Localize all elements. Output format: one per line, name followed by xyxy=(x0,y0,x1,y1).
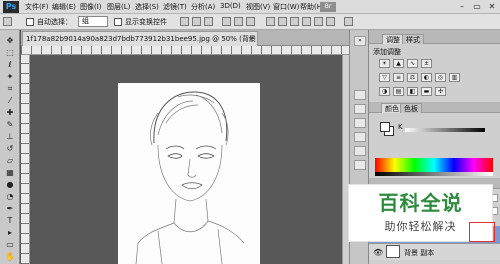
gradient-tool-icon[interactable]: ▦ xyxy=(4,168,16,178)
threshold-adjust-icon[interactable]: ◧ xyxy=(407,87,418,96)
history-brush-tool-icon[interactable]: ↺ xyxy=(4,144,16,154)
brushes-panel-icon[interactable] xyxy=(354,118,366,128)
shape-tool-icon[interactable]: ▭ xyxy=(4,240,16,250)
magic-wand-tool-icon[interactable]: ✦ xyxy=(4,72,16,82)
eraser-tool-icon[interactable]: ▱ xyxy=(4,156,16,166)
type-tool-icon[interactable]: T xyxy=(4,216,16,226)
selective-color-adjust-icon[interactable]: ✣ xyxy=(435,87,446,96)
history-panel-icon[interactable] xyxy=(354,90,366,100)
layer-thumbnail xyxy=(386,245,400,258)
distribute-right-icon[interactable] xyxy=(326,17,335,26)
paragraph-panel-icon[interactable] xyxy=(354,160,366,170)
document-image[interactable] xyxy=(118,83,260,264)
distribute-bottom-icon[interactable] xyxy=(290,17,299,26)
align-vcenter-icon[interactable] xyxy=(192,17,201,26)
align-top-icon[interactable] xyxy=(180,17,189,26)
brightness-adjust-icon[interactable]: ☀ xyxy=(379,59,390,68)
actions-panel-icon[interactable] xyxy=(354,104,366,114)
minimize-button[interactable]: – xyxy=(455,1,469,13)
k-channel-label: K xyxy=(398,123,403,131)
menu-analysis[interactable]: 分析(A) xyxy=(191,2,215,12)
lasso-tool-icon[interactable]: ℓ xyxy=(4,60,16,70)
vertical-ruler xyxy=(21,55,30,264)
stamp-tool-icon[interactable]: ⊥ xyxy=(4,132,16,142)
watermark-title: 百科全说 xyxy=(378,191,463,215)
blur-tool-icon[interactable]: ● xyxy=(4,180,16,190)
tab-swatches[interactable]: 色板 xyxy=(400,103,422,113)
grayscale-bar[interactable] xyxy=(375,172,493,176)
align-right-icon[interactable] xyxy=(246,17,255,26)
menu-file[interactable]: 文件(F) xyxy=(25,2,49,12)
menu-image[interactable]: 图像(I) xyxy=(80,2,102,12)
toolbox: ✥ ⬚ ℓ ✦ ⌗ ⁄ ✚ ✎ ⊥ ↺ ▱ ▦ ● ◔ ✒ T ▸ ▭ ✋ xyxy=(0,30,20,264)
path-select-tool-icon[interactable]: ▸ xyxy=(4,228,16,238)
options-bar: 自动选择： 组 显示变换控件 xyxy=(0,14,500,30)
black-white-adjust-icon[interactable]: ◐ xyxy=(421,73,432,82)
crop-tool-icon[interactable]: ⌗ xyxy=(4,84,16,94)
close-button[interactable]: ✕ xyxy=(485,1,499,13)
exposure-adjust-icon[interactable]: ± xyxy=(421,59,432,68)
character-panel-icon[interactable] xyxy=(354,146,366,156)
hue-saturation-adjust-icon[interactable]: ≡ xyxy=(393,73,404,82)
eye-icon[interactable]: 👁 xyxy=(373,248,383,257)
gradient-map-adjust-icon[interactable]: ▬ xyxy=(421,87,432,96)
move-tool-icon[interactable] xyxy=(3,17,12,26)
show-transform-label: 显示变换控件 xyxy=(125,18,167,26)
horizontal-ruler xyxy=(21,46,349,55)
distribute-left-icon[interactable] xyxy=(302,17,311,26)
auto-select-label: 自动选择： xyxy=(37,18,72,26)
move-tool-icon[interactable]: ✥ xyxy=(4,36,16,46)
clone-source-panel-icon[interactable] xyxy=(354,132,366,142)
document-title: 1f178a82b9014a90a823d7bdb773912b31bee95.… xyxy=(26,35,257,43)
levels-adjust-icon[interactable]: ▲ xyxy=(393,59,404,68)
auto-select-checkbox[interactable] xyxy=(26,18,34,26)
tab-styles[interactable]: 样式 xyxy=(402,34,424,44)
show-transform-checkbox[interactable] xyxy=(114,18,122,26)
document-tab[interactable]: 1f178a82b9014a90a823d7bdb773912b31bee95.… xyxy=(22,31,258,46)
align-left-icon[interactable] xyxy=(222,17,231,26)
hand-tool-icon[interactable]: ✋ xyxy=(4,252,16,262)
k-channel-slider[interactable] xyxy=(405,128,485,132)
auto-select-dropdown[interactable]: 组 xyxy=(78,16,108,27)
healing-tool-icon[interactable]: ✚ xyxy=(4,108,16,118)
distribute-hcenter-icon[interactable] xyxy=(314,17,323,26)
close-icon[interactable]: × xyxy=(248,32,254,46)
marquee-tool-icon[interactable]: ⬚ xyxy=(4,48,16,58)
add-adjustment-label: 添加调整 xyxy=(373,48,401,56)
menu-filter[interactable]: 滤镜(T) xyxy=(163,2,187,12)
vibrance-adjust-icon[interactable]: ▽ xyxy=(379,73,390,82)
foreground-color-swatch[interactable] xyxy=(380,122,390,132)
pen-tool-icon[interactable]: ✒ xyxy=(4,204,16,214)
dodge-tool-icon[interactable]: ◔ xyxy=(4,192,16,202)
highlight-box xyxy=(469,222,495,242)
panel-collapse-icon[interactable]: » xyxy=(354,36,366,46)
channel-mixer-adjust-icon[interactable]: ▥ xyxy=(449,73,460,82)
pencil-sketch-portrait-image xyxy=(135,91,245,264)
menu-3d[interactable]: 3D(D) xyxy=(220,2,241,10)
bridge-button[interactable]: Br xyxy=(320,2,336,12)
posterize-adjust-icon[interactable]: ▤ xyxy=(393,87,404,96)
distribute-vcenter-icon[interactable] xyxy=(278,17,287,26)
auto-align-icon[interactable] xyxy=(344,17,353,26)
menu-bar: Ps 文件(F) 编辑(E) 图像(I) 图层(L) 选择(S) 滤镜(T) 分… xyxy=(0,0,500,14)
distribute-top-icon[interactable] xyxy=(266,17,275,26)
eyedropper-tool-icon[interactable]: ⁄ xyxy=(4,96,16,106)
photo-filter-adjust-icon[interactable]: ◎ xyxy=(435,73,446,82)
curves-adjust-icon[interactable]: ∿ xyxy=(407,59,418,68)
maximize-button[interactable]: ▭ xyxy=(470,1,484,13)
menu-edit[interactable]: 编辑(E) xyxy=(52,2,76,12)
tab-adjustments[interactable]: 调整 xyxy=(382,34,404,44)
align-bottom-icon[interactable] xyxy=(204,17,213,26)
photoshop-logo: Ps xyxy=(3,1,19,13)
menu-window[interactable]: 窗口(W) xyxy=(273,2,299,12)
menu-layer[interactable]: 图层(L) xyxy=(107,2,130,12)
menu-view[interactable]: 视图(V) xyxy=(246,2,270,12)
color-balance-adjust-icon[interactable]: ⚖ xyxy=(407,73,418,82)
color-spectrum-bar[interactable] xyxy=(375,158,493,172)
invert-adjust-icon[interactable]: ◑ xyxy=(379,87,390,96)
brush-tool-icon[interactable]: ✎ xyxy=(4,120,16,130)
align-hcenter-icon[interactable] xyxy=(234,17,243,26)
menu-select[interactable]: 选择(S) xyxy=(135,2,159,12)
layer-name[interactable]: 背景 副本 xyxy=(404,248,434,258)
